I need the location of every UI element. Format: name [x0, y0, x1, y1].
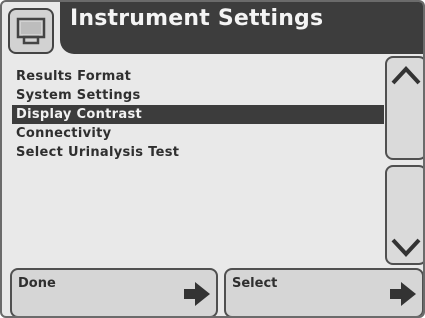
menu-item-select-urinalysis-test[interactable]: Select Urinalysis Test: [12, 143, 384, 162]
home-button[interactable]: [8, 8, 54, 54]
instrument-screen: Instrument Settings Results Format Syste…: [0, 0, 425, 318]
arrow-right-icon: [390, 282, 416, 306]
menu-item-system-settings[interactable]: System Settings: [12, 86, 384, 105]
header-bar: Instrument Settings: [60, 2, 423, 54]
done-button[interactable]: Done: [10, 268, 218, 316]
scroll-up-button[interactable]: [385, 56, 423, 160]
home-icon: [16, 17, 46, 45]
menu-item-results-format[interactable]: Results Format: [12, 67, 384, 86]
arrow-right-icon: [184, 282, 210, 306]
settings-menu: Results Format System Settings Display C…: [12, 67, 384, 162]
page-title: Instrument Settings: [70, 6, 324, 31]
menu-item-connectivity[interactable]: Connectivity: [12, 124, 384, 143]
chevron-up-icon: [391, 66, 421, 85]
menu-item-display-contrast[interactable]: Display Contrast: [12, 105, 384, 124]
chevron-down-icon: [391, 238, 421, 257]
select-button-label: Select: [232, 276, 278, 291]
scroll-down-button[interactable]: [385, 165, 423, 265]
done-button-label: Done: [18, 276, 56, 291]
select-button[interactable]: Select: [224, 268, 423, 316]
